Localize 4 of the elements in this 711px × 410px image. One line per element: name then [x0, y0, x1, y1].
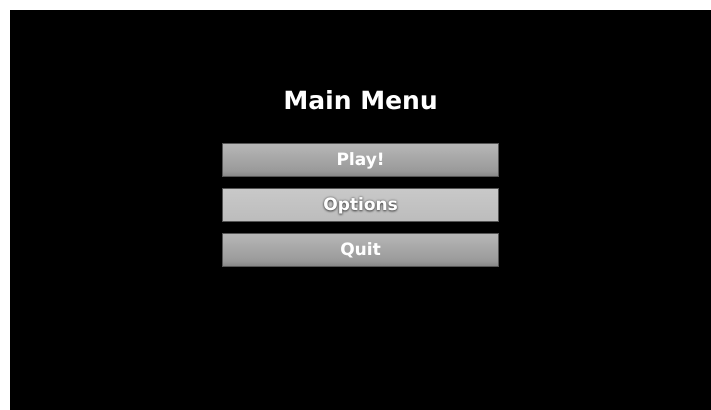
menu-button[interactable]: Play! — [222, 143, 499, 177]
menu-title: Main Menu — [283, 86, 438, 116]
menu-button[interactable]: Options — [222, 188, 499, 222]
menu-button[interactable]: Quit — [222, 233, 499, 267]
